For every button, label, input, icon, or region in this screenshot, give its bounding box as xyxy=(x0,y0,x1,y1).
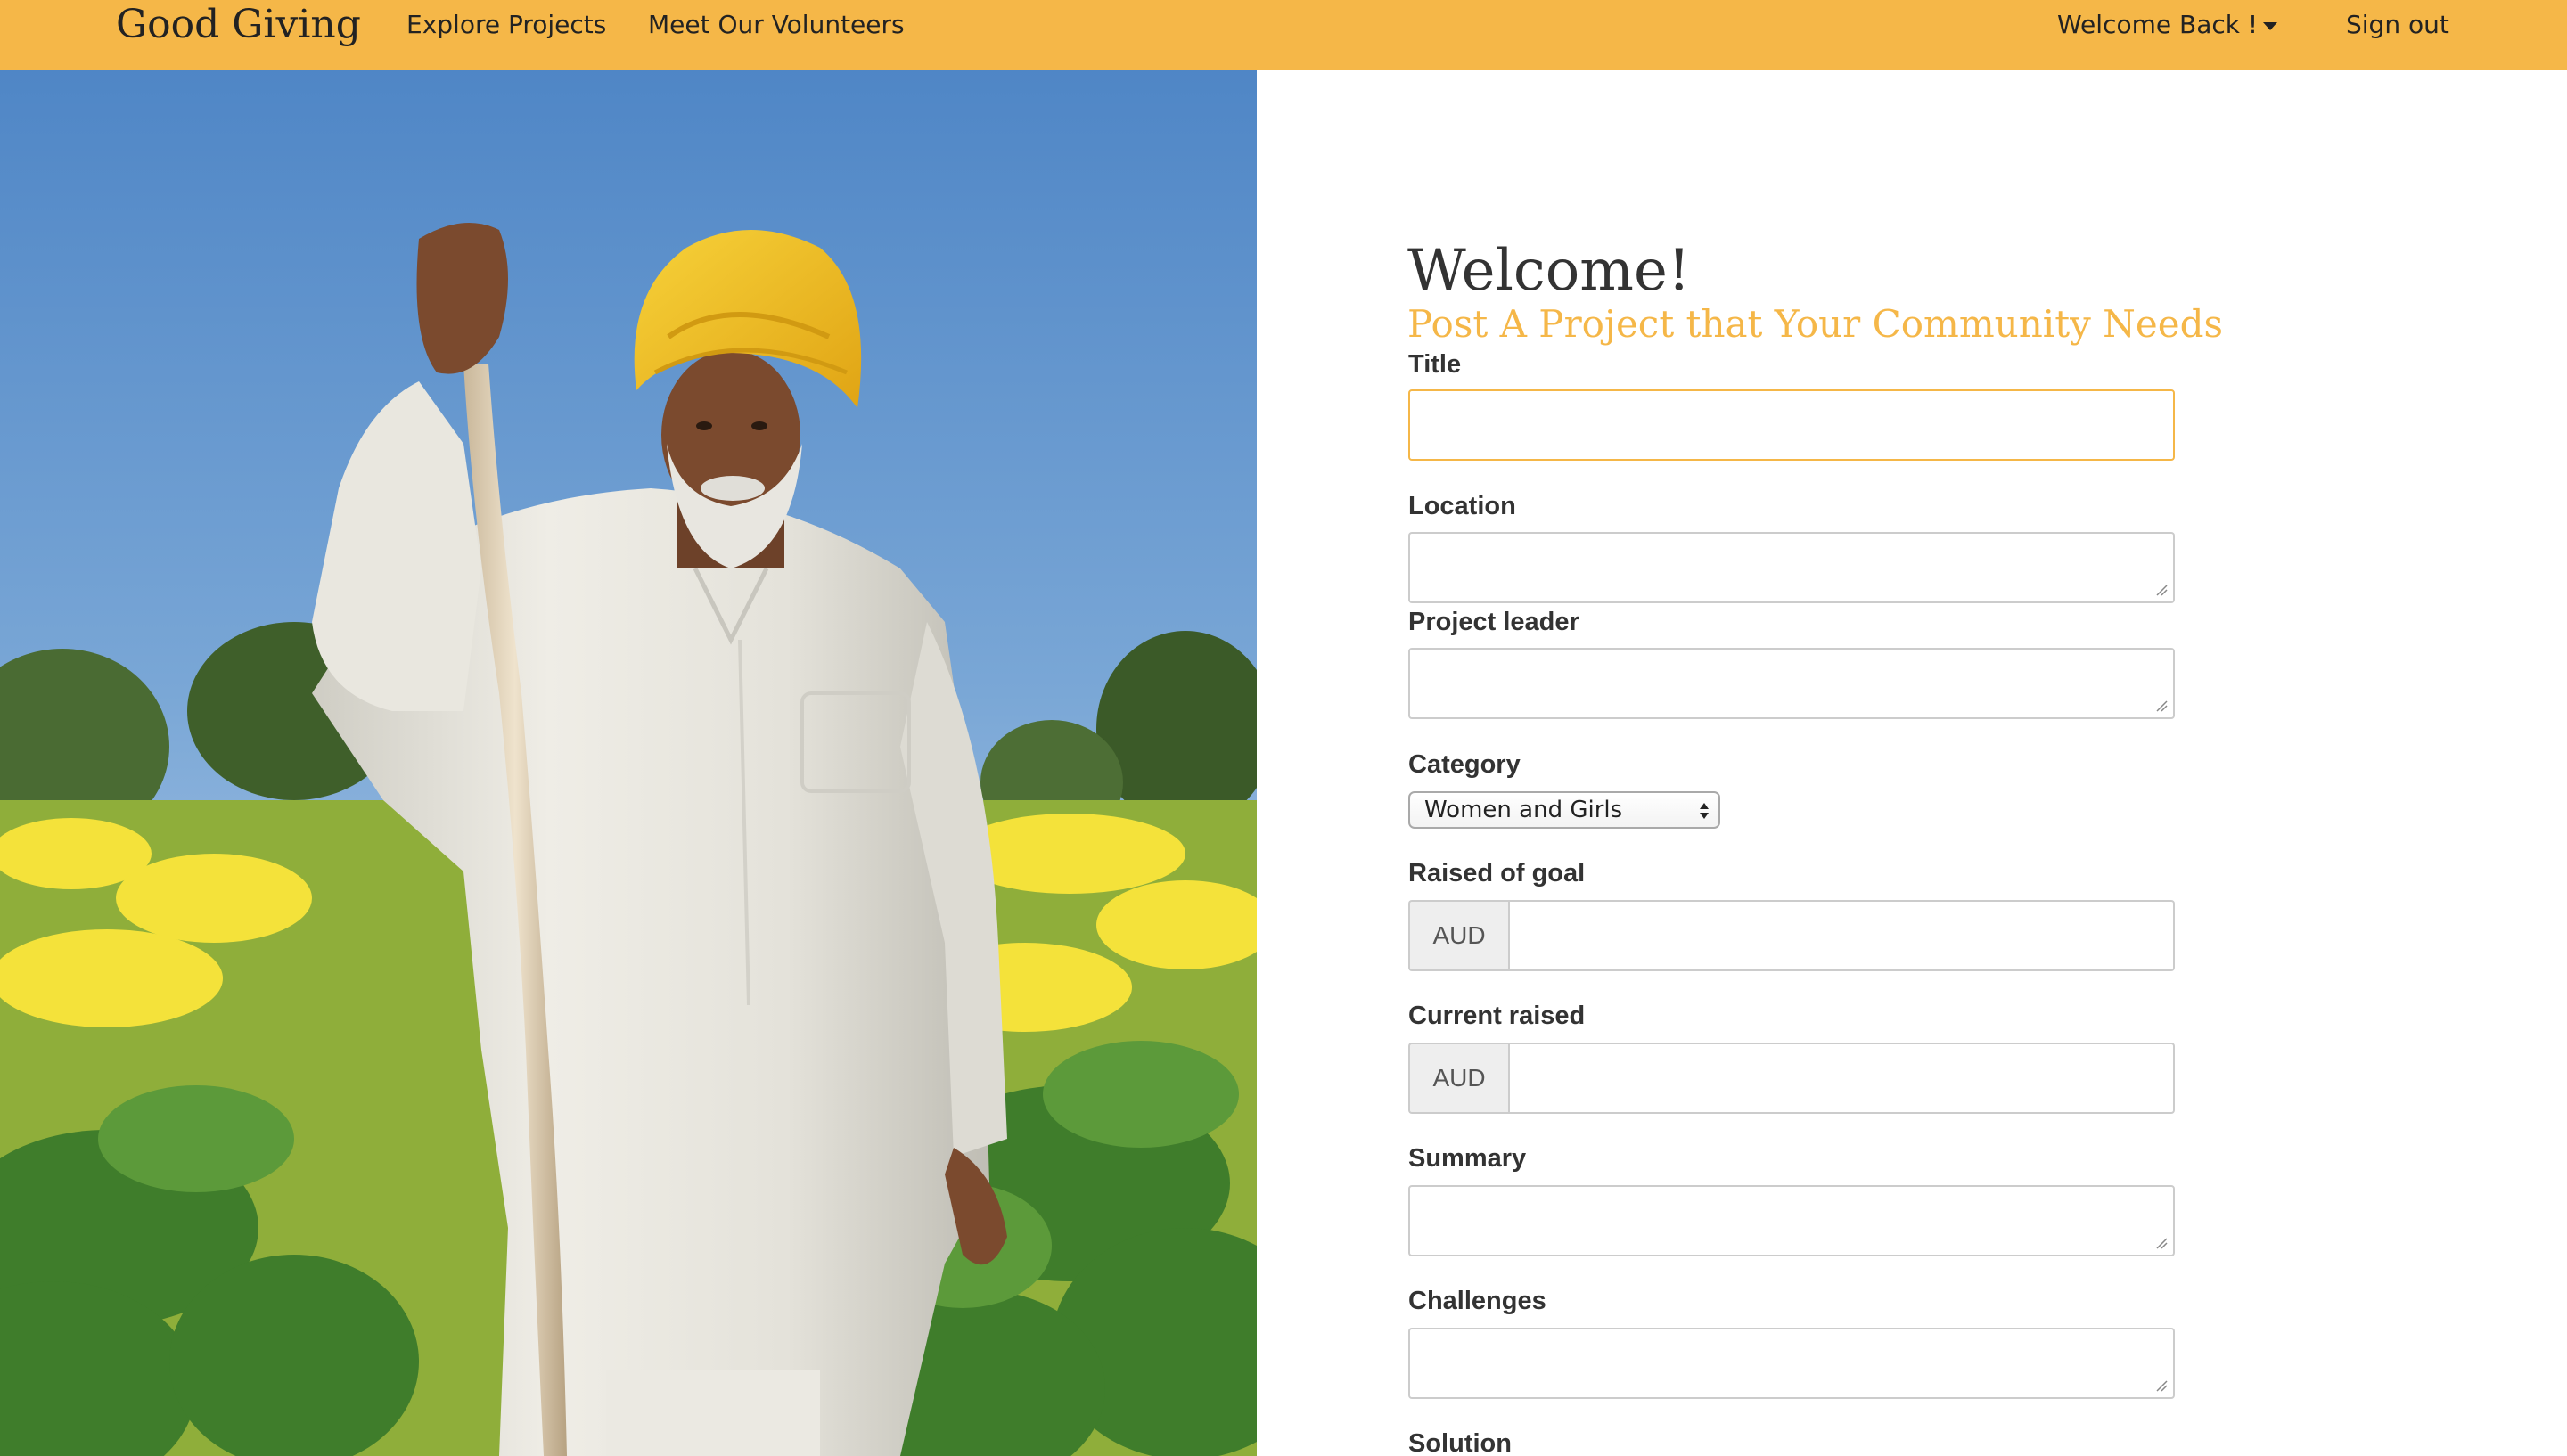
raised-of-goal-input[interactable] xyxy=(1508,900,2175,971)
category-label: Category xyxy=(1408,750,1521,779)
title-label: Title xyxy=(1408,350,1462,379)
current-raised-group: AUD xyxy=(1408,1043,2175,1114)
user-menu-label: Welcome Back ! xyxy=(2057,10,2259,39)
caret-down-icon xyxy=(2263,21,2278,30)
solution-label: Solution xyxy=(1408,1429,1512,1456)
challenges-label: Challenges xyxy=(1408,1287,1546,1315)
project-leader-label: Project leader xyxy=(1408,608,1579,636)
nav-meet-volunteers[interactable]: Meet Our Volunteers xyxy=(648,0,905,50)
resize-grip-icon[interactable] xyxy=(2155,584,2168,596)
hero-photo xyxy=(0,70,1257,1456)
raised-of-goal-label: Raised of goal xyxy=(1408,859,1586,888)
top-navbar: Good Giving Explore Projects Meet Our Vo… xyxy=(0,0,2567,70)
category-selected-value: Women and Girls xyxy=(1424,797,1623,823)
challenges-textarea[interactable] xyxy=(1408,1328,2175,1399)
resize-grip-icon[interactable] xyxy=(2155,699,2168,712)
location-label: Location xyxy=(1408,492,1516,520)
project-leader-textarea[interactable] xyxy=(1408,648,2175,719)
currency-addon: AUD xyxy=(1408,900,1508,971)
page-subtitle: Post A Project that Your Community Needs xyxy=(1407,302,2224,346)
location-textarea[interactable] xyxy=(1408,532,2175,603)
current-raised-input[interactable] xyxy=(1508,1043,2175,1114)
resize-grip-icon[interactable] xyxy=(2155,1379,2168,1392)
nav-explore-projects[interactable]: Explore Projects xyxy=(406,0,606,50)
title-input[interactable] xyxy=(1408,389,2175,461)
select-arrows-icon xyxy=(1700,803,1709,819)
resize-grip-icon[interactable] xyxy=(2155,1237,2168,1249)
page-title: Welcome! xyxy=(1407,238,1691,304)
summary-label: Summary xyxy=(1408,1144,1527,1173)
currency-addon: AUD xyxy=(1408,1043,1508,1114)
brand-logo[interactable]: Good Giving xyxy=(116,0,361,50)
category-select[interactable]: Women and Girls xyxy=(1408,791,1720,829)
summary-textarea[interactable] xyxy=(1408,1185,2175,1256)
farmer-photo-illustration xyxy=(0,70,1257,1456)
user-menu-dropdown[interactable]: Welcome Back ! xyxy=(2057,0,2278,50)
sign-out-link[interactable]: Sign out xyxy=(2346,0,2449,50)
current-raised-label: Current raised xyxy=(1408,1002,1586,1030)
raised-of-goal-group: AUD xyxy=(1408,900,2175,971)
